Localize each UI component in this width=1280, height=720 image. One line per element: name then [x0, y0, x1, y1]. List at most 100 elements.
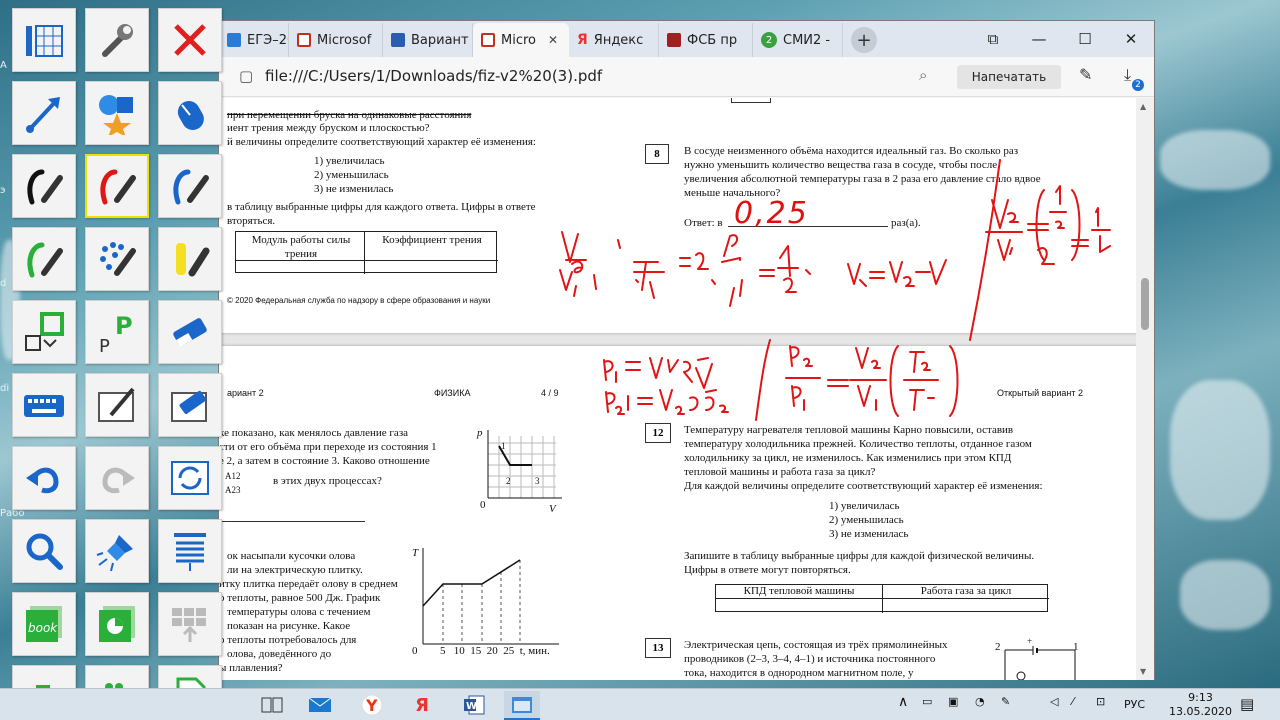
tab-yandex[interactable]: Я Яндекс: [569, 23, 659, 57]
eraser-tool[interactable]: [158, 300, 222, 364]
mouse-tool[interactable]: [158, 81, 222, 145]
tray-brush-icon[interactable]: ✎: [1001, 695, 1010, 708]
tray-display-icon[interactable]: ▣: [948, 695, 958, 708]
taskbar-word[interactable]: W: [456, 691, 492, 719]
scroll-up-icon[interactable]: ▲: [1140, 102, 1146, 111]
question-number: 8: [645, 144, 669, 164]
keyboard-tool[interactable]: [12, 373, 76, 437]
pointer-pen-tool[interactable]: [12, 81, 76, 145]
question-text: о теплоты, равное 500 Дж. График: [219, 592, 381, 604]
url-field[interactable]: file:///C:/Users/1/Downloads/fiz-v2%20(3…: [265, 67, 602, 85]
page-icon: [227, 33, 241, 47]
undo-tool[interactable]: [12, 446, 76, 510]
zoom-search-icon[interactable]: ⌕: [919, 66, 927, 84]
tray-network-icon[interactable]: ⊡: [1096, 695, 1105, 708]
input-language[interactable]: РУС: [1124, 698, 1145, 711]
grid-layout-tool[interactable]: [12, 8, 76, 72]
mouse-icon: [177, 101, 204, 130]
scroll-thumb[interactable]: [1141, 278, 1149, 330]
tray-expand-icon[interactable]: ∧: [898, 694, 908, 710]
clock-time: 9:13: [1188, 691, 1213, 704]
close-window-button[interactable]: ✕: [1108, 21, 1154, 57]
presentation-tool[interactable]: [85, 592, 149, 656]
pdf-viewer[interactable]: при перемещении бруска на одинаковые рас…: [219, 98, 1138, 680]
insert-shape-icon: [25, 312, 64, 351]
pdf-page-4: ариант 2 ФИЗИКА 4 / 9 Открытый вариант 2…: [219, 346, 1138, 680]
tab-smi2[interactable]: 2 СМИ2 -: [753, 23, 843, 57]
redo-tool[interactable]: [85, 446, 149, 510]
wrench-icon: [102, 24, 133, 57]
vertical-scrollbar[interactable]: ▲ ▼: [1136, 98, 1154, 680]
highlighter-tool[interactable]: [158, 227, 222, 291]
close-tab-icon[interactable]: ✕: [548, 33, 558, 47]
question-text: е 2, а затем в состояние 3. Каково отнош…: [219, 455, 430, 467]
taskbar-yandex-browser[interactable]: Y: [354, 691, 390, 719]
desktop-icon-label[interactable]: d: [0, 278, 6, 289]
undo-icon: [26, 467, 59, 494]
magnifier-tool[interactable]: [12, 519, 76, 583]
maximize-button[interactable]: ☐: [1062, 21, 1108, 57]
close-tool[interactable]: [158, 8, 222, 72]
black-pen-tool[interactable]: [12, 154, 76, 218]
stamp-pen-tool[interactable]: [85, 227, 149, 291]
taskbar-edge-active[interactable]: [504, 691, 540, 719]
shapes-tool[interactable]: [85, 81, 149, 145]
tab-micro-active[interactable]: Micro ✕: [473, 23, 569, 57]
insert-text-tool[interactable]: PP: [85, 300, 149, 364]
table-header: Коэффициент трения: [382, 234, 482, 246]
download-icon[interactable]: ⤓: [1124, 65, 1131, 85]
gallery-tool[interactable]: [158, 592, 222, 656]
blue-pen-tool[interactable]: [158, 154, 222, 218]
clock[interactable]: 9:13 13.05.2020: [1169, 691, 1232, 719]
tab-ege[interactable]: ЕГЭ–202: [219, 23, 289, 57]
redo-icon: [102, 467, 135, 494]
collections-icon[interactable]: ⧉: [970, 21, 1016, 57]
question-text: в таблицу выбранные цифры для каждого от…: [227, 201, 536, 213]
notifications-icon[interactable]: ▤: [1240, 695, 1254, 713]
tray-volume-icon[interactable]: ◁: [1050, 695, 1058, 708]
axis-origin: 0: [480, 499, 486, 511]
magnifier-icon: [26, 533, 63, 570]
question-text: сти от его объёма при переходе из состоя…: [219, 441, 437, 453]
draw-on-screen-tool[interactable]: [85, 373, 149, 437]
green-pen-icon: [27, 242, 63, 278]
taskbar-mail[interactable]: [302, 691, 338, 719]
question-text: проводников (2–3, 3–4, 4–1) и источника …: [684, 653, 936, 665]
question-text: Для каждой величины определите соответст…: [684, 480, 1043, 492]
question-text: Электрическая цепь, состоящая из трёх пр…: [684, 639, 948, 651]
option-1: 1) увеличилась: [829, 500, 900, 512]
axis-ticks: 5 10 15 20 25 t, мин.: [440, 645, 550, 657]
red-pen-tool[interactable]: [85, 154, 149, 218]
tray-camera-icon[interactable]: ▭: [922, 695, 932, 708]
desktop-icon-label[interactable]: А: [0, 60, 7, 71]
tray-wifi-icon[interactable]: ◔: [975, 695, 985, 708]
minimize-button[interactable]: —: [1016, 21, 1062, 57]
grid-layout-icon: [26, 25, 63, 57]
favorites-icon[interactable]: ✎: [1079, 65, 1092, 84]
book-tool[interactable]: book: [12, 592, 76, 656]
screen-shade-tool[interactable]: [158, 519, 222, 583]
question-text: увеличения абсолютной температуры газа в…: [684, 173, 1041, 185]
spotlight-tool[interactable]: [85, 519, 149, 583]
tray-pen-icon[interactable]: ⁄: [1072, 695, 1074, 708]
desktop-icon-label[interactable]: э: [0, 185, 6, 196]
tab-fsb[interactable]: ФСБ пр: [659, 23, 753, 57]
tab-microsoft[interactable]: Microsof: [289, 23, 383, 57]
taskbar-yandex[interactable]: Я: [404, 691, 440, 719]
yandex-browser-icon: Y: [361, 694, 383, 716]
refresh-tool[interactable]: [158, 446, 222, 510]
green-pen-tool[interactable]: [12, 227, 76, 291]
table-header: Модуль работы силы трения: [251, 234, 351, 260]
taskbar-task-view[interactable]: [254, 691, 290, 719]
smi2-icon: 2: [761, 32, 777, 48]
scroll-down-icon[interactable]: ▼: [1140, 667, 1146, 676]
erase-on-screen-tool[interactable]: [158, 373, 222, 437]
settings-tool[interactable]: [85, 8, 149, 72]
question-text: показан на рисунке. Какое: [227, 620, 351, 632]
print-button[interactable]: Напечатать: [957, 65, 1061, 89]
tab-variant[interactable]: Вариант: [383, 23, 473, 57]
fraction-bottom: A23: [225, 485, 241, 495]
insert-shape-tool[interactable]: [12, 300, 76, 364]
black-pen-icon: [27, 169, 63, 205]
new-tab-button[interactable]: +: [851, 27, 877, 53]
